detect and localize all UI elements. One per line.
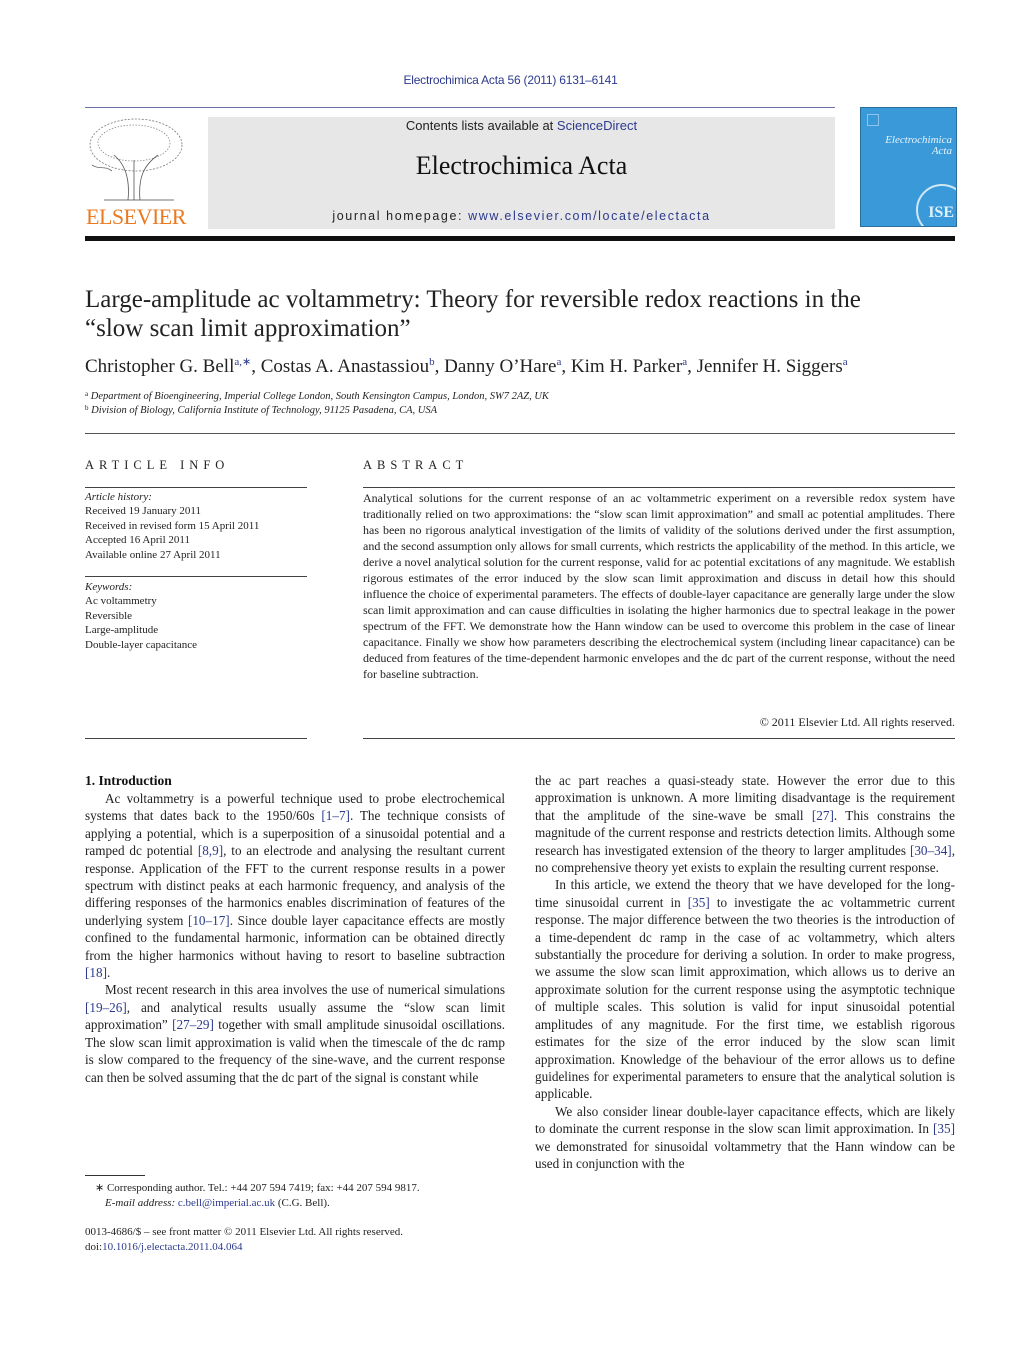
issn-doi-block: 0013-4686/$ – see front matter © 2011 El… <box>85 1225 515 1255</box>
article-info-bottom-divider <box>85 738 307 739</box>
keywords: Keywords: Ac voltammetry Reversible Larg… <box>85 580 307 652</box>
abstract-copyright: © 2011 Elsevier Ltd. All rights reserved… <box>759 715 955 729</box>
author-affiliation-link[interactable]: a <box>843 356 848 368</box>
article-info-heading: ARTICLE INFO <box>85 458 230 472</box>
section-heading-introduction: 1. Introduction <box>85 773 172 788</box>
author-name: Danny O’Hare <box>444 356 557 377</box>
body-paragraph: the ac part reaches a quasi-steady state… <box>535 773 955 876</box>
author-email-link[interactable]: c.bell@imperial.ac.uk <box>178 1197 275 1209</box>
sciencedirect-link[interactable]: ScienceDirect <box>557 118 637 133</box>
journal-masthead: Contents lists available at ScienceDirec… <box>208 117 835 229</box>
doi-prefix: doi: <box>85 1241 103 1253</box>
body-paragraph: Most recent research in this area involv… <box>85 982 506 1085</box>
journal-citation-link[interactable]: Electrochimica Acta 56 (2011) 6131–6141 <box>0 73 1021 87</box>
history-online: Available online 27 April 2011 <box>85 548 221 561</box>
author-name: Kim H. Parker <box>570 356 683 377</box>
author-affiliation-link[interactable]: a <box>682 356 687 368</box>
citation-link[interactable]: [27] <box>812 808 834 823</box>
homepage-prefix: journal homepage: <box>332 209 469 223</box>
author-affiliation-link[interactable]: a <box>556 356 561 368</box>
author-affiliation-link[interactable]: a,∗ <box>234 356 251 368</box>
citation-link[interactable]: [35] <box>688 895 710 910</box>
history-received: Received 19 January 2011 <box>85 505 201 518</box>
keyword-item: Large-amplitude <box>85 624 159 637</box>
abstract-divider <box>363 487 955 488</box>
email-label: E-mail address: <box>105 1197 176 1209</box>
affiliation-mark: b <box>85 404 89 412</box>
author-name: Costas A. Anastassiou <box>260 356 430 377</box>
citation-link[interactable]: [27–29] <box>172 1017 214 1032</box>
paper-title-line2: “slow scan limit approximation” <box>85 315 411 342</box>
email-suffix: (C.G. Bell). <box>275 1197 330 1209</box>
header-divider <box>85 107 835 108</box>
author-name: Christopher G. Bell <box>85 356 235 377</box>
journal-cover-thumbnail[interactable]: Electrochimica Acta ISE <box>860 107 957 227</box>
keyword-item: Double-layer capacitance <box>85 638 198 651</box>
footnote-mark: ∗ <box>95 1182 105 1194</box>
body-paragraph: We also consider linear double-layer cap… <box>535 1103 955 1171</box>
citation-link[interactable]: [19–26] <box>85 1000 127 1015</box>
elsevier-logo[interactable]: ELSEVIER <box>84 115 188 230</box>
affiliation-b: b Division of Biology, California Instit… <box>85 404 437 416</box>
corresponding-author-footnote: ∗ Corresponding author. Tel.: +44 207 59… <box>95 1181 515 1211</box>
elsevier-wordmark: ELSEVIER <box>86 204 186 229</box>
citation-link[interactable]: [8,9] <box>198 843 223 858</box>
keywords-label: Keywords: <box>85 581 133 593</box>
cover-publisher-mark-icon <box>867 114 879 126</box>
affiliation-divider <box>85 433 955 434</box>
body-column-right: the ac part reaches a quasi-steady state… <box>535 772 955 1172</box>
abstract-bottom-divider <box>363 738 955 739</box>
keyword-item: Ac voltammetry <box>85 595 157 608</box>
affiliation-a: a Department of Bioengineering, Imperial… <box>85 390 549 402</box>
keyword-item: Reversible <box>85 609 133 622</box>
contents-availability: Contents lists available at ScienceDirec… <box>208 118 835 133</box>
cover-seal-text: ISE <box>928 204 954 221</box>
footnote-divider <box>85 1175 145 1176</box>
article-info-divider <box>85 487 307 488</box>
affiliation-mark: a <box>85 390 89 398</box>
homepage-link[interactable]: www.elsevier.com/locate/electacta <box>468 209 710 223</box>
contents-prefix: Contents lists available at <box>405 118 557 133</box>
history-revised: Received in revised form 15 April 2011 <box>85 519 260 532</box>
body-paragraph: In this article, we extend the theory th… <box>535 877 955 1102</box>
header-thick-divider <box>85 236 955 241</box>
history-accepted: Accepted 16 April 2011 <box>85 534 190 547</box>
footnote-contact: Corresponding author. Tel.: +44 207 594 … <box>106 1182 420 1194</box>
author-name: Jennifer H. Siggers <box>696 356 843 377</box>
cover-title-line2: Acta <box>931 145 952 157</box>
paper-title-line1: Large-amplitude ac voltammetry: Theory f… <box>85 286 861 313</box>
affiliation-text: Division of Biology, California Institut… <box>91 405 438 416</box>
elsevier-tree-icon <box>89 118 183 201</box>
abstract-text: Analytical solutions for the current res… <box>363 491 955 681</box>
doi-link[interactable]: 10.1016/j.electacta.2011.04.064 <box>102 1241 242 1253</box>
article-history-label: Article history: <box>85 491 152 503</box>
abstract-heading: ABSTRACT <box>363 458 469 472</box>
author-affiliation-link[interactable]: b <box>429 356 435 368</box>
paper-title: Large-amplitude ac voltammetry: Theory f… <box>85 285 955 343</box>
citation-link[interactable]: [10–17] <box>188 913 230 928</box>
journal-title: Electrochimica Acta <box>415 151 628 180</box>
cover-title: Electrochimica Acta <box>866 135 952 157</box>
article-history: Article history: Received 19 January 201… <box>85 490 307 562</box>
body-column-left: Ac voltammetry is a powerful technique u… <box>85 790 505 1086</box>
author-list: Christopher G. Bella,∗, Costas A. Anasta… <box>85 356 848 377</box>
journal-homepage: journal homepage: www.elsevier.com/locat… <box>208 209 835 223</box>
citation-link[interactable]: [35] <box>933 1121 955 1136</box>
citation-link[interactable]: [18] <box>85 965 107 980</box>
citation-link[interactable]: [1–7] <box>321 808 350 823</box>
body-paragraph: Ac voltammetry is a powerful technique u… <box>85 791 505 981</box>
issn-line: 0013-4686/$ – see front matter © 2011 El… <box>85 1226 404 1238</box>
citation-link[interactable]: [30–34] <box>910 843 952 858</box>
keywords-divider <box>85 576 307 577</box>
affiliation-text: Department of Bioengineering, Imperial C… <box>90 391 549 402</box>
